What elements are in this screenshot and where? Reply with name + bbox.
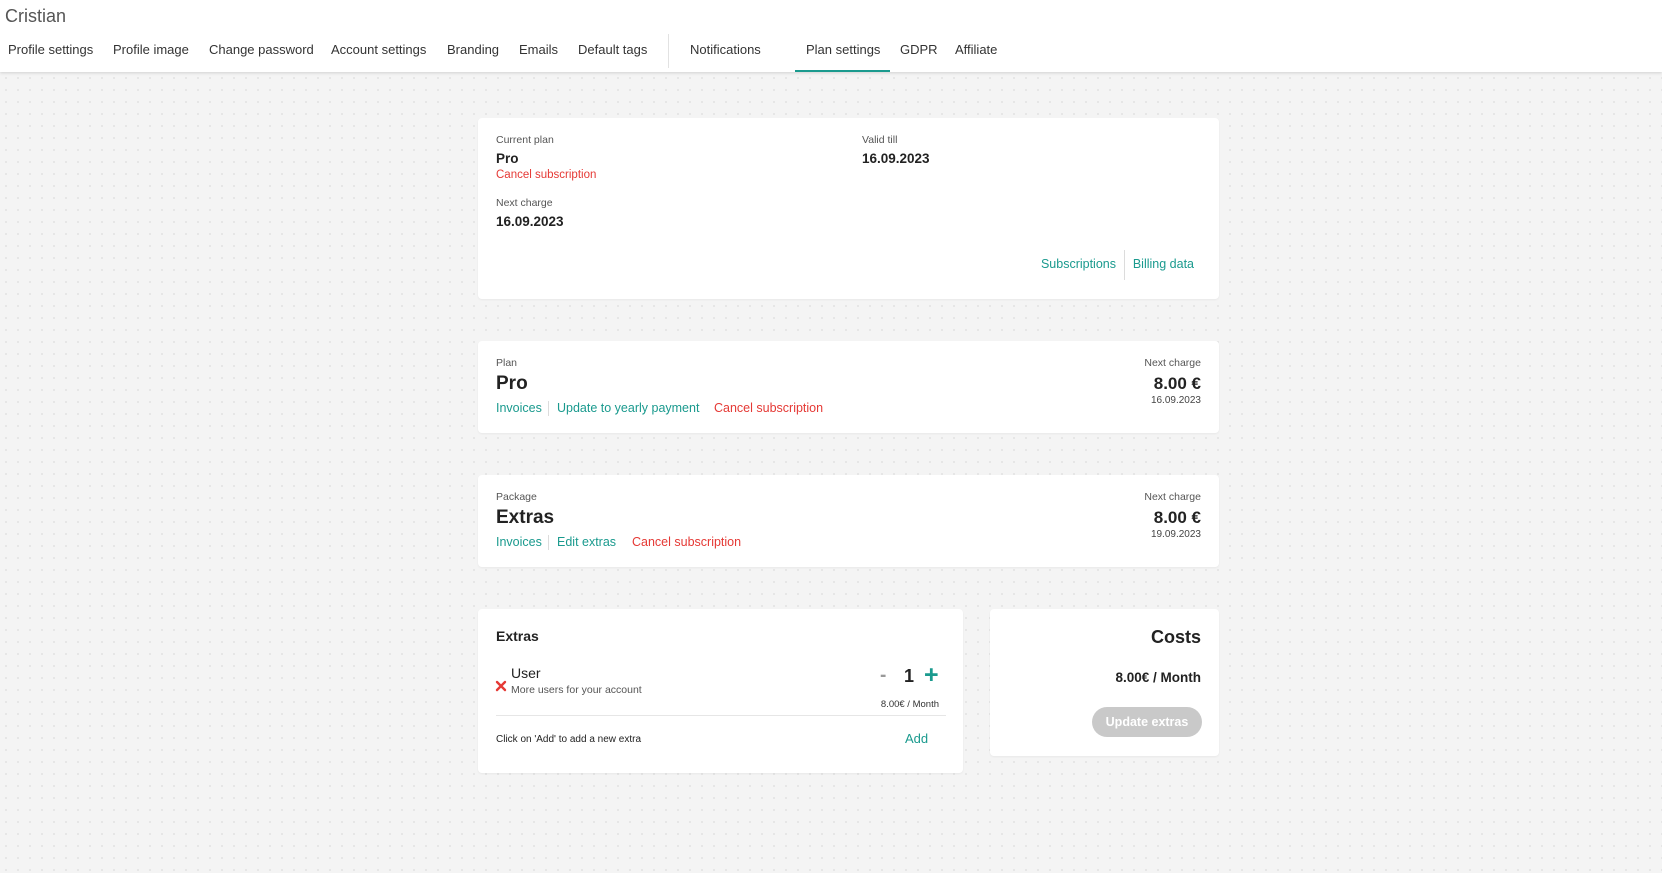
extra-item-name: User xyxy=(511,665,541,681)
tab-plan-settings[interactable]: Plan settings xyxy=(795,42,890,72)
tab-profile-settings[interactable]: Profile settings xyxy=(8,42,93,72)
tab-gdpr[interactable]: GDPR xyxy=(900,42,938,72)
update-yearly-link[interactable]: Update to yearly payment xyxy=(557,401,699,415)
package-next-charge-date: 19.09.2023 xyxy=(1150,529,1201,540)
subscriptions-link[interactable]: Subscriptions xyxy=(1041,257,1116,271)
increase-quantity-button[interactable]: + xyxy=(924,662,939,688)
tab-account-settings[interactable]: Account settings xyxy=(331,42,426,72)
edit-extras-link[interactable]: Edit extras xyxy=(557,535,616,549)
package-cancel-link[interactable]: Cancel subscription xyxy=(632,535,741,549)
package-next-charge-label: Next charge xyxy=(1144,491,1201,503)
plan-name: Pro xyxy=(496,373,528,394)
tab-notifications[interactable]: Notifications xyxy=(690,42,761,72)
top-bar: Cristian Profile settings Profile image … xyxy=(0,0,1662,72)
tab-branding[interactable]: Branding xyxy=(447,42,499,72)
plan-next-charge-date: 16.09.2023 xyxy=(1150,395,1201,406)
tab-divider xyxy=(668,34,669,68)
decrease-quantity-button[interactable]: - xyxy=(880,665,886,687)
extra-item-description: More users for your account xyxy=(511,684,642,696)
current-plan-label: Current plan xyxy=(496,134,554,146)
tab-profile-image[interactable]: Profile image xyxy=(113,42,189,72)
valid-till-label: Valid till xyxy=(862,134,898,146)
user-name: Cristian xyxy=(5,6,67,26)
plan-link-divider xyxy=(548,401,549,416)
costs-card: Costs 8.00€ / Month Update extras xyxy=(990,609,1219,756)
package-price: 8.00 € xyxy=(1153,508,1201,527)
extras-title: Extras xyxy=(496,628,539,644)
extras-card: Extras User More users for your account … xyxy=(478,609,963,773)
next-charge-label: Next charge xyxy=(496,197,553,209)
tab-emails[interactable]: Emails xyxy=(519,42,558,72)
package-label: Package xyxy=(496,491,537,503)
plan-card: Plan Pro Invoices Update to yearly payme… xyxy=(478,341,1219,433)
next-charge-value: 16.09.2023 xyxy=(496,214,564,229)
costs-title: Costs xyxy=(1150,627,1201,647)
plan-label: Plan xyxy=(496,357,518,369)
tab-change-password[interactable]: Change password xyxy=(209,42,314,72)
package-card: Package Extras Invoices Edit extras Canc… xyxy=(478,475,1219,567)
package-invoices-link[interactable]: Invoices xyxy=(496,535,542,549)
tab-affiliate[interactable]: Affiliate xyxy=(955,42,997,72)
valid-till-value: 16.09.2023 xyxy=(862,151,930,166)
current-plan-value: Pro xyxy=(496,151,519,166)
plan-invoices-link[interactable]: Invoices xyxy=(496,401,542,415)
link-divider xyxy=(1124,250,1125,280)
plan-next-charge-label: Next charge xyxy=(1144,357,1201,369)
add-extra-hint: Click on 'Add' to add a new extra xyxy=(496,734,642,745)
plan-cancel-link[interactable]: Cancel subscription xyxy=(714,401,823,415)
cancel-subscription-link[interactable]: Cancel subscription xyxy=(496,169,596,181)
billing-data-link[interactable]: Billing data xyxy=(1133,257,1194,271)
extras-divider xyxy=(496,715,946,716)
remove-extra-icon[interactable] xyxy=(495,679,507,692)
package-name: Extras xyxy=(496,507,555,528)
extra-quantity: 1 xyxy=(904,666,915,686)
tab-default-tags[interactable]: Default tags xyxy=(578,42,647,72)
subscription-summary-card: Current plan Pro Cancel subscription Val… xyxy=(478,118,1219,299)
costs-amount: 8.00€ / Month xyxy=(1115,670,1201,685)
package-link-divider xyxy=(548,535,549,550)
plan-price: 8.00 € xyxy=(1153,374,1201,393)
add-extra-button[interactable]: Add xyxy=(905,731,928,746)
update-extras-button[interactable]: Update extras xyxy=(1092,707,1202,737)
extra-item-price: 8.00€ / Month xyxy=(880,699,939,710)
